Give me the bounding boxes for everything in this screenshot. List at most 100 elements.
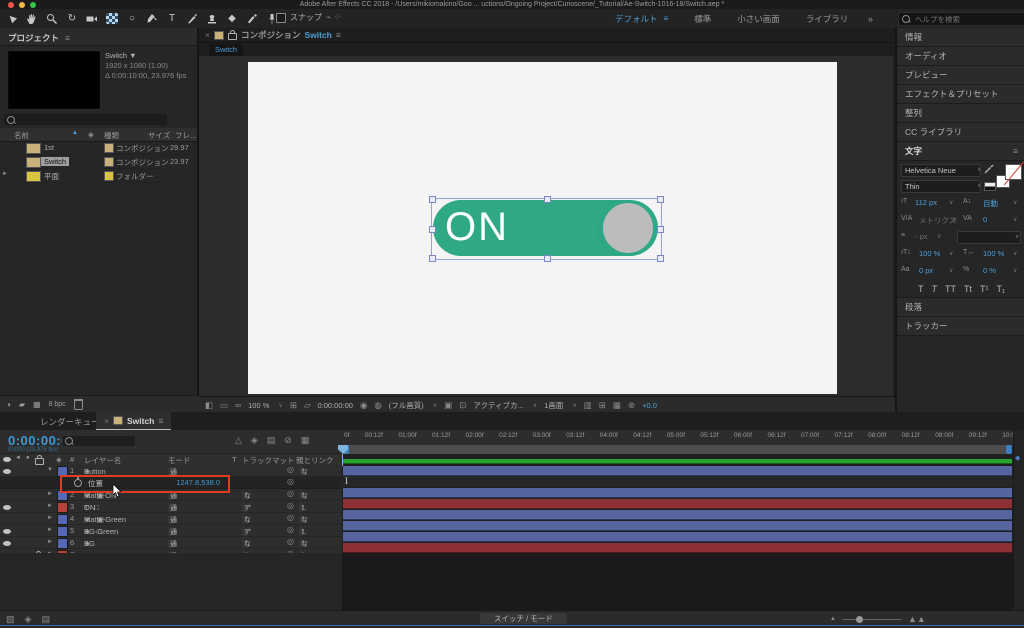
- mask-visibility-icon[interactable]: ▱: [304, 400, 311, 411]
- help-search-box[interactable]: [898, 12, 1024, 26]
- column-frame[interactable]: フレ...: [175, 130, 196, 141]
- layer-name[interactable]: BG-Green: [84, 527, 118, 536]
- lock-column-icon[interactable]: [35, 455, 44, 465]
- expand-arrow[interactable]: ►: [47, 491, 53, 497]
- panel-tab-エフェクト＆プリセット[interactable]: エフェクト＆プリセット: [905, 88, 999, 100]
- share-view-icon[interactable]: ▥: [584, 400, 592, 411]
- parent-pickwhip-icon[interactable]: ◎: [287, 489, 294, 498]
- property-name[interactable]: 位置: [88, 478, 103, 489]
- layer-duration-bar[interactable]: [342, 498, 1013, 509]
- parent-pickwhip-icon[interactable]: ◎: [287, 465, 294, 474]
- label-color-swatch[interactable]: [104, 157, 114, 167]
- graph-editor-icon[interactable]: ▦: [301, 435, 310, 446]
- layer-name[interactable]: BG: [84, 539, 95, 548]
- parent-dropdown[interactable]: なし∨: [299, 539, 308, 557]
- draft-3d-icon[interactable]: ◈: [251, 435, 258, 446]
- tracker-panel-tab[interactable]: トラッカー: [905, 320, 948, 332]
- panel-menu-icon[interactable]: ≡: [336, 30, 341, 40]
- position-property-row[interactable]: 位置 1247.8,538.0 ◎: [0, 475, 342, 493]
- visibility-toggle[interactable]: [3, 505, 11, 510]
- panel-menu-icon[interactable]: ≡: [65, 33, 70, 43]
- interpret-footage-icon[interactable]: ◑: [6, 400, 11, 409]
- number-column[interactable]: #: [70, 455, 74, 464]
- expand-arrow[interactable]: ▼: [47, 467, 53, 473]
- text-tool[interactable]: T: [164, 11, 180, 26]
- selection-handle[interactable]: [429, 226, 436, 233]
- pen-tool[interactable]: [144, 11, 160, 26]
- layer-duration-bar[interactable]: [342, 509, 1013, 520]
- parent-pickwhip-icon[interactable]: ◎: [287, 501, 294, 510]
- brush-tool[interactable]: [184, 11, 200, 26]
- new-folder-icon[interactable]: ▰: [19, 400, 25, 409]
- layer-duration-bar[interactable]: [342, 465, 1013, 476]
- layer-row[interactable]: ►6★BG通常∨なし∨◎なし∨: [0, 537, 342, 557]
- item-name[interactable]: 1st: [44, 143, 54, 152]
- expand-inout-icon[interactable]: ▤: [41, 614, 50, 625]
- sort-ascending-icon[interactable]: ▲: [72, 130, 78, 136]
- panel-tab-情報[interactable]: 情報: [905, 31, 922, 43]
- clone-stamp-tool[interactable]: [204, 11, 220, 26]
- camera-tool[interactable]: [84, 11, 100, 26]
- blend-mode-dropdown[interactable]: 通常∨: [168, 539, 177, 557]
- timeline-nav-icon[interactable]: ▦: [613, 400, 621, 411]
- help-search-input[interactable]: [913, 13, 1022, 25]
- track-matte-dropdown[interactable]: アルファ∨: [242, 503, 251, 539]
- track-matte-dropdown[interactable]: なし∨: [242, 491, 251, 509]
- faux-style-button-0[interactable]: T: [918, 284, 924, 294]
- channel-icon[interactable]: ◍: [374, 400, 381, 411]
- composition-tab[interactable]: × コンポジション Switch ≡: [199, 28, 893, 43]
- label-color-swatch[interactable]: [57, 526, 68, 537]
- parent-pickwhip-icon[interactable]: ◎: [287, 537, 294, 546]
- timeline-zoom-control[interactable]: ▲ ▲▲: [830, 614, 926, 624]
- selection-handle[interactable]: [657, 196, 664, 203]
- zoom-tool[interactable]: [44, 11, 60, 26]
- vertical-scale-value[interactable]: 100 %: [919, 249, 940, 258]
- stroke-style-dropdown[interactable]: [957, 231, 1021, 244]
- blend-mode-dropdown[interactable]: 通常∨: [168, 467, 177, 485]
- selection-handle[interactable]: [543, 196, 551, 203]
- video-column-icon[interactable]: [3, 457, 11, 462]
- label-color-swatch[interactable]: [57, 502, 68, 513]
- visibility-toggle[interactable]: [3, 529, 11, 534]
- track-matte-dropdown[interactable]: なし∨: [242, 515, 251, 533]
- solo-column-icon[interactable]: ●: [26, 455, 30, 461]
- audio-column-icon[interactable]: ◄: [15, 455, 21, 461]
- marker-bin-icon[interactable]: ◆: [1015, 454, 1020, 462]
- layer-duration-bar[interactable]: [342, 542, 1013, 553]
- item-name[interactable]: Switch: [41, 157, 70, 166]
- selected-comp-name[interactable]: Switch ▼: [105, 51, 186, 61]
- layer-row[interactable]: ►2★ ▣Matte-ON通常∨なし∨◎なし∨: [0, 489, 342, 509]
- vr-view-icon[interactable]: ∞: [235, 400, 241, 410]
- selection-handle[interactable]: [543, 255, 551, 262]
- flowchart-icon[interactable]: ⊛: [628, 400, 635, 411]
- expand-transfer-controls-icon[interactable]: ◈: [25, 614, 32, 625]
- workspace-tab-ライブラリ[interactable]: ライブラリ: [806, 13, 849, 25]
- project-panel-title[interactable]: プロジェクト: [8, 32, 59, 44]
- view-layout-popup[interactable]: 1画面: [544, 400, 563, 411]
- faux-style-button-4[interactable]: T¹: [980, 284, 989, 294]
- leading-value[interactable]: 自動: [983, 198, 998, 209]
- label-color-swatch[interactable]: [57, 514, 68, 525]
- tsume-value[interactable]: 0 %: [983, 266, 996, 275]
- track-matte-dropdown[interactable]: アルファ∨: [242, 527, 251, 563]
- blend-mode-dropdown[interactable]: 通常∨: [168, 491, 177, 509]
- project-item-row[interactable]: 1st コンポジション 29.97: [0, 141, 197, 155]
- visibility-toggle[interactable]: [3, 541, 11, 546]
- swap-fill-stroke-icon[interactable]: [984, 182, 996, 191]
- parent-pickwhip-icon[interactable]: ◎: [287, 513, 294, 522]
- pixel-aspect-icon[interactable]: ⊞: [599, 400, 606, 411]
- stroke-width-value[interactable]: - px: [915, 232, 928, 241]
- camera-popup[interactable]: アクティブカ...: [473, 400, 523, 411]
- expand-arrow[interactable]: ►: [47, 539, 53, 545]
- frame-blend-icon[interactable]: ▤: [267, 435, 276, 446]
- expand-layer-switches-icon[interactable]: ▧: [6, 614, 15, 625]
- new-composition-icon[interactable]: ▦: [33, 400, 41, 409]
- panel-tab-オーディオ[interactable]: オーディオ: [905, 50, 947, 62]
- eraser-tool[interactable]: ◆: [224, 11, 240, 26]
- visibility-toggle[interactable]: [3, 469, 11, 474]
- selection-tool[interactable]: ▶: [1, 8, 23, 30]
- blend-mode-dropdown[interactable]: 通常∨: [168, 515, 177, 533]
- project-item-row[interactable]: ► 平面 フォルダー: [0, 169, 197, 183]
- blend-mode-dropdown[interactable]: 通常∨: [168, 503, 177, 521]
- selection-handle[interactable]: [429, 196, 436, 203]
